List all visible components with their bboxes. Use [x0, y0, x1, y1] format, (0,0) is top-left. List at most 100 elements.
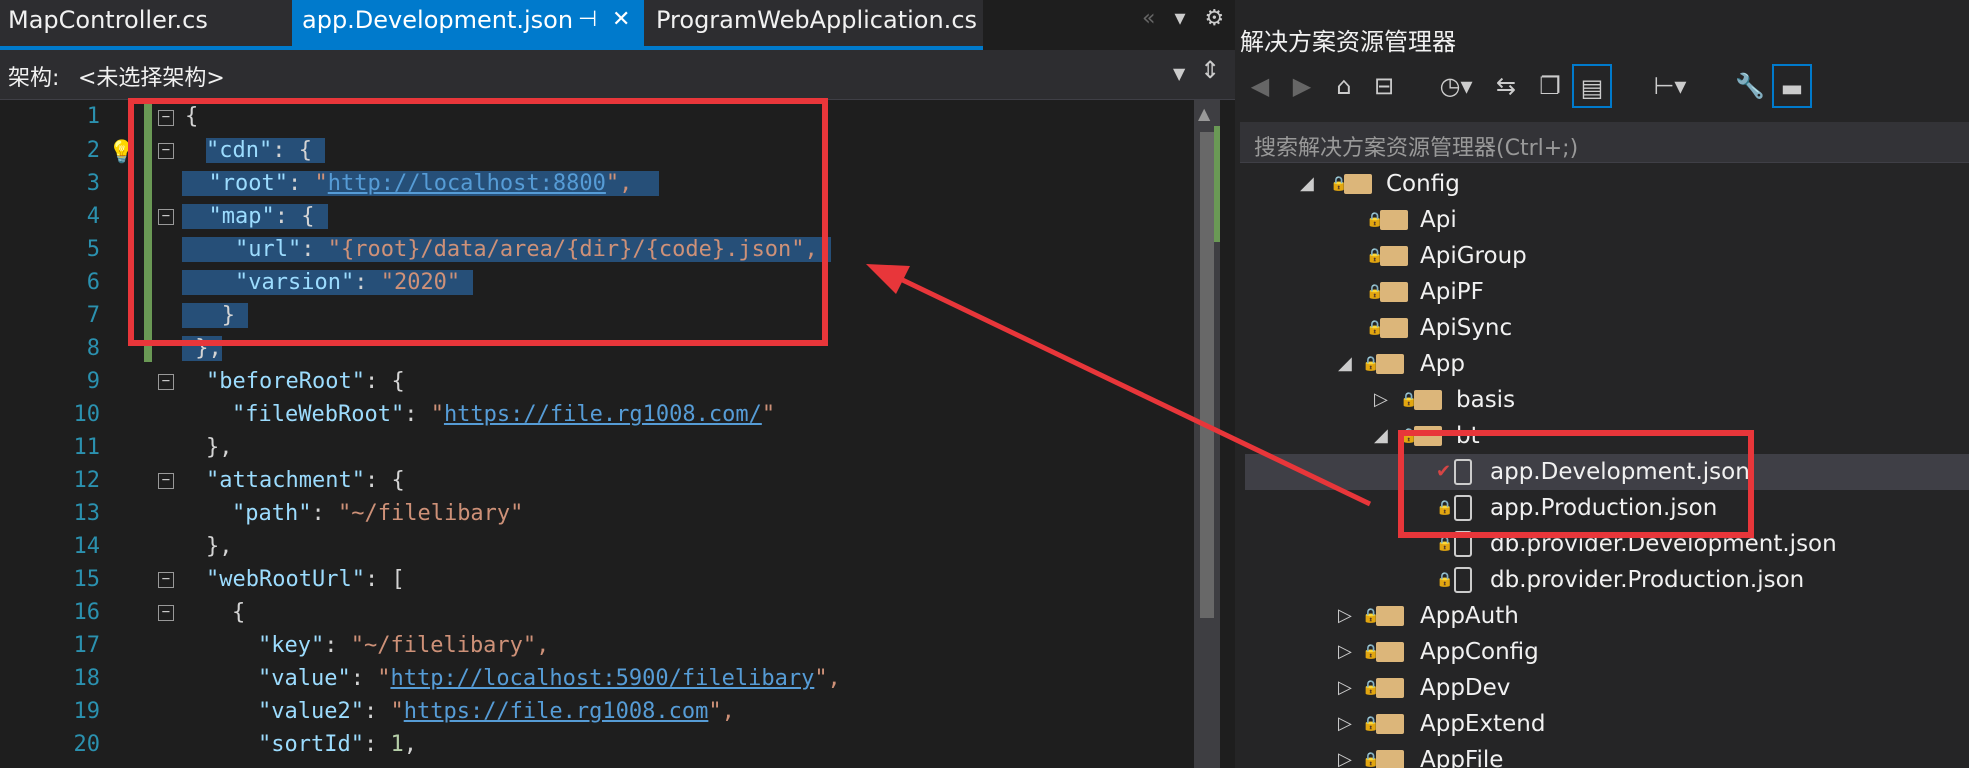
code-link[interactable]: https://file.rg1008.com/	[444, 402, 762, 427]
line-number: 14	[73, 534, 101, 559]
tree-node-app[interactable]: ◢ 🔒 App	[1338, 346, 1938, 382]
folder-icon	[1376, 606, 1404, 626]
code-token: "~/filelibary"	[337, 501, 524, 526]
collapsed-icon[interactable]: ▷	[1374, 382, 1388, 418]
tree-node-appfile[interactable]: ▷ 🔒 AppFile	[1338, 742, 1938, 768]
tree-node-label: AppExtend	[1420, 711, 1546, 737]
tree-node-appauth[interactable]: ▷ 🔒 AppAuth	[1338, 598, 1938, 634]
back-icon[interactable]: ◀	[1240, 64, 1280, 108]
fold-toggle-icon[interactable]: −	[158, 374, 174, 390]
code-link[interactable]: http://localhost:5900/filelibary	[390, 666, 814, 691]
collapse-all-icon[interactable]: ❐	[1530, 64, 1570, 108]
collapsed-icon[interactable]: ▷	[1338, 706, 1352, 742]
search-placeholder: 搜索解决方案资源管理器(Ctrl+;)	[1254, 136, 1579, 161]
framework-select[interactable]	[72, 54, 1192, 92]
pin-icon[interactable]: ⊣	[578, 0, 597, 40]
preview-icon[interactable]: ▬	[1772, 64, 1812, 108]
code-token: :	[404, 402, 431, 427]
folder-icon	[1376, 750, 1404, 768]
document-tab-bar: MapController.cs app.Development.json ⊣ …	[0, 0, 983, 50]
folder-icon	[1414, 390, 1442, 410]
code-line: },	[206, 534, 233, 559]
tree-node-label: ApiGroup	[1420, 243, 1527, 269]
solution-switch-icon[interactable]: ⊟	[1364, 64, 1404, 108]
framework-bar: 架构: <未选择架构> ▼ ⇕	[0, 50, 1235, 100]
annotation-box-code	[128, 98, 828, 346]
tree-node-api[interactable]: 🔒 Api	[1366, 202, 1926, 238]
line-number: 9	[86, 369, 100, 394]
tab-programwebapplication[interactable]: ProgramWebApplication.cs	[656, 0, 978, 46]
line-number: 15	[73, 567, 101, 592]
folder-open-icon	[1376, 354, 1404, 374]
tab-app-development-json[interactable]: app.Development.json ⊣ ✕	[292, 0, 644, 46]
code-line: "attachment": {	[206, 468, 405, 493]
tree-node-label: Config	[1386, 171, 1460, 197]
collapsed-icon[interactable]: ▷	[1338, 634, 1352, 670]
tree-node-db-provider-production-json[interactable]: 🔒 db.provider.Production.json	[1436, 562, 1956, 598]
annotation-box-files	[1398, 430, 1754, 538]
folder-open-icon	[1344, 174, 1372, 194]
tree-node-appextend[interactable]: ▷ 🔒 AppExtend	[1338, 706, 1938, 742]
code-token: },	[206, 435, 233, 460]
tree-node-label: AppConfig	[1420, 639, 1539, 665]
expanded-icon[interactable]: ◢	[1300, 166, 1314, 202]
tree-node-apipf[interactable]: 🔒 ApiPF	[1366, 274, 1926, 310]
collapsed-icon[interactable]: ▷	[1338, 670, 1352, 706]
code-token: "	[377, 666, 391, 691]
fold-toggle-icon[interactable]: −	[158, 572, 174, 588]
code-line: "fileWebRoot": "https://file.rg1008.com/…	[232, 402, 775, 427]
tree-node-label: App	[1420, 351, 1465, 377]
code-line: "value2": "https://file.rg1008.com",	[258, 699, 735, 724]
code-token: "webRootUrl"	[206, 567, 365, 592]
code-token: ,	[403, 732, 417, 757]
expanded-icon[interactable]: ◢	[1338, 346, 1352, 382]
pending-changes-icon[interactable]: ◷▾	[1436, 64, 1476, 108]
expanded-icon[interactable]: ◢	[1374, 418, 1388, 454]
tree-node-apigroup[interactable]: 🔒 ApiGroup	[1366, 238, 1926, 274]
scrollbar-thumb[interactable]	[1200, 132, 1214, 618]
tab-mapcontroller[interactable]: MapController.cs	[8, 0, 290, 46]
tree-node-appconfig[interactable]: ▷ 🔒 AppConfig	[1338, 634, 1938, 670]
close-icon[interactable]: ✕	[612, 0, 630, 40]
code-token: : {	[364, 468, 405, 493]
sync-icon[interactable]: ⇆	[1486, 64, 1526, 108]
tree-node-label: basis	[1456, 387, 1516, 413]
tree-node-basis[interactable]: ▷ 🔒 basis	[1374, 382, 1934, 418]
tree-node-label: Api	[1420, 207, 1457, 233]
show-all-files-icon[interactable]: ▤	[1572, 64, 1612, 108]
code-token: :	[363, 732, 391, 757]
code-token: :	[311, 501, 338, 526]
framework-label: 架构:	[8, 66, 60, 91]
line-number: 3	[86, 171, 100, 196]
split-window-icon[interactable]: ⇕	[1196, 56, 1224, 92]
tab-label: ProgramWebApplication.cs	[656, 6, 978, 34]
view-filter-icon[interactable]: ⊢▾	[1650, 64, 1690, 108]
gear-icon[interactable]: ⚙	[1205, 6, 1225, 31]
fold-toggle-icon[interactable]: −	[158, 605, 174, 621]
chevron-down-icon[interactable]: ▼	[1173, 64, 1185, 83]
forward-icon[interactable]: ▶	[1282, 64, 1322, 108]
line-number: 17	[73, 633, 101, 658]
folder-icon	[1380, 246, 1408, 266]
tree-node-label: ApiSync	[1420, 315, 1513, 341]
tree-node-apisync[interactable]: 🔒 ApiSync	[1366, 310, 1926, 346]
fold-toggle-icon[interactable]: −	[158, 473, 174, 489]
framework-value: <未选择架构>	[78, 66, 225, 91]
wrench-icon[interactable]: 🔧	[1730, 64, 1770, 108]
lock-icon: 🔒	[1436, 572, 1454, 588]
collapsed-icon[interactable]: ▷	[1338, 598, 1352, 634]
line-number: 19	[73, 699, 101, 724]
tree-node-appdev[interactable]: ▷ 🔒 AppDev	[1338, 670, 1938, 706]
code-link[interactable]: https://file.rg1008.com	[404, 699, 709, 724]
home-icon[interactable]: ⌂	[1324, 64, 1364, 108]
solution-explorer-title: 解决方案资源管理器	[1240, 28, 1456, 56]
code-line: },	[206, 435, 233, 460]
code-token: ",	[814, 666, 841, 691]
line-number: 7	[86, 303, 100, 328]
tree-node-config[interactable]: ◢ 🔒 Config	[1300, 166, 1900, 202]
scroll-tabs-left-icon[interactable]: «	[1142, 6, 1155, 31]
folder-icon	[1380, 210, 1408, 230]
scroll-up-icon[interactable]: ▲	[1198, 104, 1210, 123]
tab-dropdown-icon[interactable]: ▾	[1174, 6, 1185, 31]
collapsed-icon[interactable]: ▷	[1338, 742, 1352, 768]
